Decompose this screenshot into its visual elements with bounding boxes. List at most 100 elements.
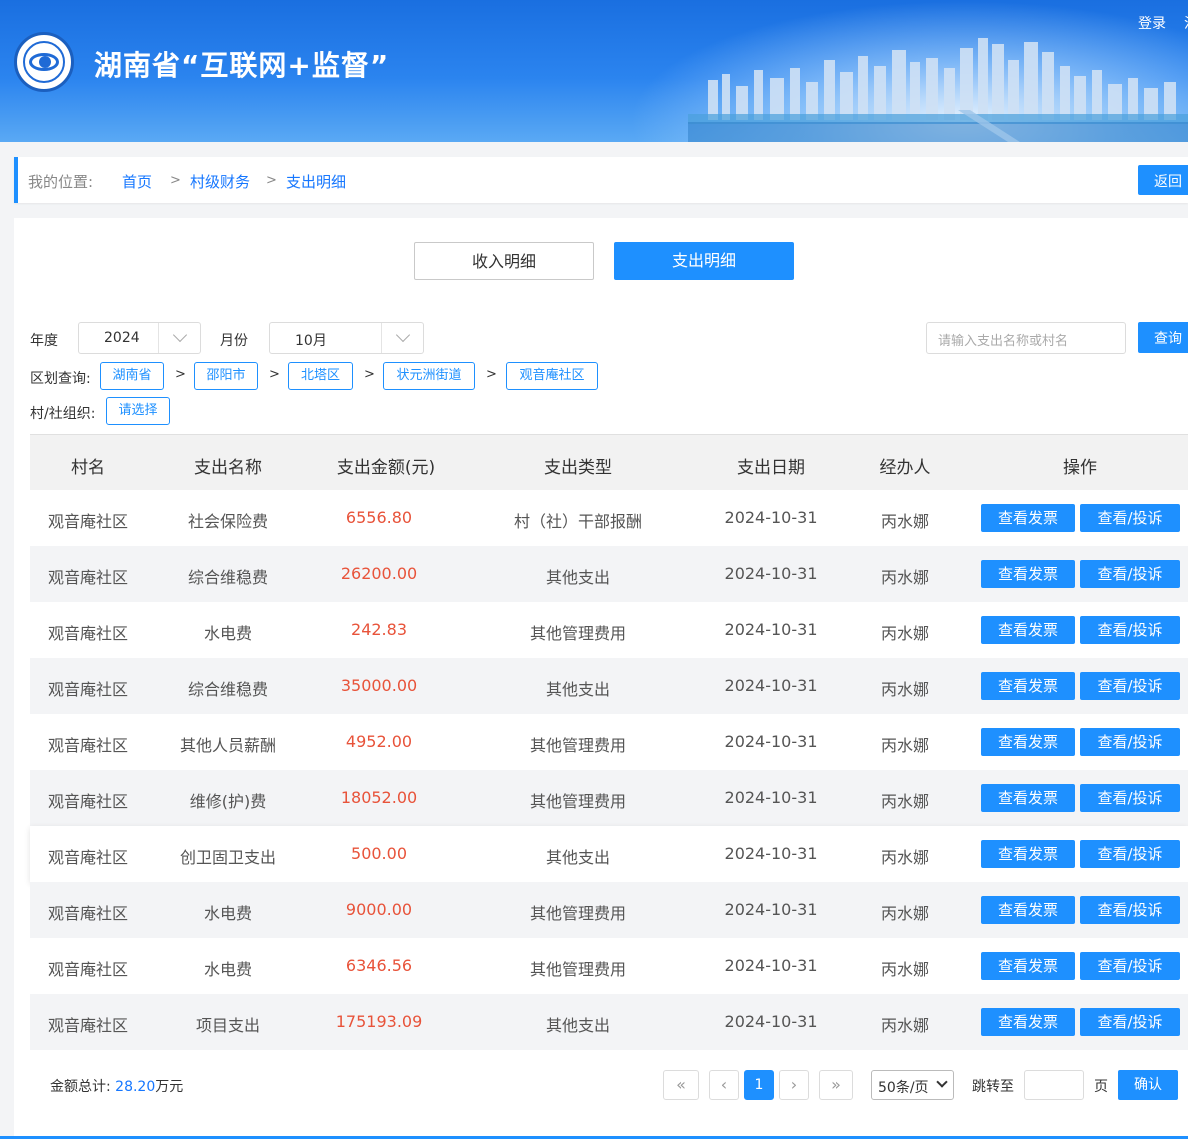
column-header: 操作	[1063, 458, 1097, 478]
confirm-jump-button[interactable]: 确认	[1118, 1070, 1178, 1100]
cell-amount: 6346.56	[345, 956, 413, 975]
cell-village: 观音庵社区	[47, 568, 129, 587]
cell-date: 2024-10-31	[724, 788, 818, 807]
column-header: 支出名称	[194, 458, 262, 478]
region-district[interactable]: 北塔区	[288, 362, 353, 390]
month-label: 月份	[220, 333, 248, 349]
view-complain-button[interactable]: 查看/投诉	[1080, 616, 1180, 644]
region-city[interactable]: 邵阳市	[194, 362, 258, 390]
cell-expense-type: 其他管理费用	[529, 736, 627, 755]
view-invoice-button[interactable]: 查看发票	[981, 1008, 1075, 1036]
cell-amount: 500.00	[351, 844, 407, 863]
view-invoice-button[interactable]: 查看发票	[981, 896, 1075, 924]
cell-date: 2024-10-31	[724, 844, 818, 863]
register-link[interactable]: 注	[1184, 13, 1188, 33]
page-size-select[interactable]: 50条/页	[871, 1070, 954, 1100]
year-select[interactable]: 2024	[78, 322, 201, 354]
cell-village: 观音庵社区	[47, 680, 129, 699]
search-button[interactable]: 查询	[1138, 322, 1188, 353]
cell-expense-type: 其他支出	[545, 1016, 611, 1035]
cell-expense-name: 社会保险费	[187, 512, 269, 531]
view-invoice-button[interactable]: 查看发票	[981, 728, 1075, 756]
region-separator: >	[175, 367, 186, 382]
breadcrumb-village-finance[interactable]: 村级财务	[190, 171, 250, 192]
next-page-button[interactable]: ›	[779, 1070, 809, 1100]
region-label: 区划查询:	[30, 371, 91, 387]
table-row: 观音庵社区 其他人员薪酬 4952.00 其他管理费用 2024-10-31 丙…	[30, 714, 1188, 770]
prev-page-button[interactable]: ‹	[709, 1070, 739, 1100]
view-complain-button[interactable]: 查看/投诉	[1080, 784, 1180, 812]
cell-date: 2024-10-31	[724, 900, 818, 919]
region-separator: >	[486, 367, 497, 382]
tab-income-detail[interactable]: 收入明细	[414, 242, 594, 280]
cell-expense-type: 其他支出	[545, 848, 611, 867]
cell-handler: 丙水娜	[880, 1016, 930, 1035]
view-complain-button[interactable]: 查看/投诉	[1080, 896, 1180, 924]
cell-amount: 6556.80	[345, 508, 413, 527]
view-invoice-button[interactable]: 查看发票	[981, 840, 1075, 868]
cell-amount: 4952.00	[345, 732, 413, 751]
cell-handler: 丙水娜	[880, 512, 930, 531]
view-complain-button[interactable]: 查看/投诉	[1080, 840, 1180, 868]
month-select[interactable]: 10月	[269, 322, 424, 354]
cell-village: 观音庵社区	[47, 736, 129, 755]
org-label: 村/社组织:	[30, 406, 96, 422]
cell-amount: 18052.00	[340, 788, 418, 807]
view-invoice-button[interactable]: 查看发票	[981, 784, 1075, 812]
breadcrumb-separator: >	[266, 173, 277, 188]
site-header: 湖南省“互联网+监督” 登录 注	[0, 0, 1188, 142]
tab-expense-detail[interactable]: 支出明细	[614, 242, 794, 280]
view-complain-button[interactable]: 查看/投诉	[1080, 672, 1180, 700]
view-complain-button[interactable]: 查看/投诉	[1080, 560, 1180, 588]
cell-date: 2024-10-31	[724, 956, 818, 975]
cell-handler: 丙水娜	[880, 680, 930, 699]
table-row: 观音庵社区 水电费 9000.00 其他管理费用 2024-10-31 丙水娜 …	[30, 882, 1188, 938]
cell-date: 2024-10-31	[724, 620, 818, 639]
table-row: 观音庵社区 项目支出 175193.09 其他支出 2024-10-31 丙水娜…	[30, 994, 1188, 1050]
cell-amount: 242.83	[351, 620, 407, 639]
view-invoice-button[interactable]: 查看发票	[981, 560, 1075, 588]
view-invoice-button[interactable]: 查看发票	[981, 672, 1075, 700]
region-province[interactable]: 湖南省	[100, 362, 164, 390]
cell-expense-name: 水电费	[203, 960, 253, 979]
search-input[interactable]: 请输入支出名称或村名	[926, 322, 1126, 354]
cell-village: 观音庵社区	[47, 848, 129, 867]
cell-expense-name: 综合维稳费	[187, 568, 269, 587]
login-link[interactable]: 登录	[1138, 13, 1166, 33]
chevron-down-icon	[395, 327, 411, 343]
cell-village: 观音庵社区	[47, 904, 129, 923]
back-button[interactable]: 返回	[1138, 165, 1188, 195]
chevron-down-icon	[172, 327, 188, 343]
breadcrumb-current[interactable]: 支出明细	[286, 171, 346, 192]
cell-date: 2024-10-31	[724, 564, 818, 583]
view-invoice-button[interactable]: 查看发票	[981, 504, 1075, 532]
view-complain-button[interactable]: 查看/投诉	[1080, 504, 1180, 532]
view-complain-button[interactable]: 查看/投诉	[1080, 952, 1180, 980]
cell-handler: 丙水娜	[880, 792, 930, 811]
column-header: 村名	[71, 458, 105, 478]
cell-expense-name: 维修(护)费	[189, 792, 267, 811]
org-select-button[interactable]: 请选择	[106, 397, 170, 425]
jump-page-input[interactable]	[1024, 1070, 1084, 1100]
first-page-button[interactable]: «	[663, 1070, 699, 1100]
cell-expense-type: 其他支出	[545, 680, 611, 699]
page-1-button[interactable]: 1	[744, 1070, 774, 1100]
cell-village: 观音庵社区	[47, 512, 129, 531]
view-complain-button[interactable]: 查看/投诉	[1080, 1008, 1180, 1036]
cell-village: 观音庵社区	[47, 960, 129, 979]
view-complain-button[interactable]: 查看/投诉	[1080, 728, 1180, 756]
cell-amount: 9000.00	[345, 900, 413, 919]
cell-handler: 丙水娜	[880, 624, 930, 643]
region-street[interactable]: 状元洲街道	[383, 362, 475, 390]
table-row: 观音庵社区 创卫固卫支出 500.00 其他支出 2024-10-31 丙水娜 …	[30, 826, 1188, 882]
cell-date: 2024-10-31	[724, 1012, 818, 1031]
region-community[interactable]: 观音庵社区	[506, 362, 598, 390]
last-page-button[interactable]: »	[819, 1070, 853, 1100]
view-invoice-button[interactable]: 查看发票	[981, 616, 1075, 644]
cell-date: 2024-10-31	[724, 508, 818, 527]
cell-village: 观音庵社区	[47, 1016, 129, 1035]
view-invoice-button[interactable]: 查看发票	[981, 952, 1075, 980]
breadcrumb-home[interactable]: 首页	[122, 171, 152, 192]
cell-amount: 175193.09	[335, 1012, 423, 1031]
table-row: 观音庵社区 维修(护)费 18052.00 其他管理费用 2024-10-31 …	[30, 770, 1188, 826]
